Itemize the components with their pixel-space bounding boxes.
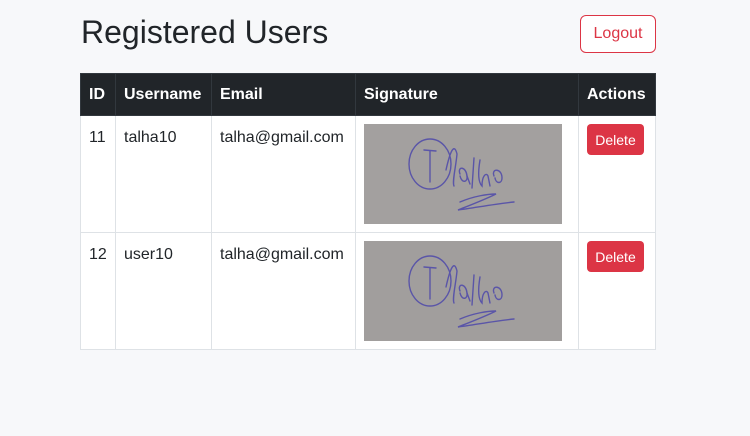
logout-button[interactable]: Logout [580,15,656,53]
column-header-email: Email [211,73,356,116]
cell-id: 12 [80,232,116,350]
cell-username: talha10 [115,115,212,233]
signature-image [364,124,562,224]
page-title: Registered Users [81,14,329,50]
cell-signature [355,115,579,233]
cell-email: talha@gmail.com [211,232,356,350]
cell-username: user10 [115,232,212,350]
signature-image [364,241,562,341]
column-header-username: Username [115,73,212,116]
delete-button[interactable]: Delete [587,124,644,155]
column-header-id: ID [80,73,116,116]
table-row: 11 talha10 talha@gmail.com Delete [80,115,656,233]
cell-signature [355,232,579,350]
cell-actions: Delete [578,232,656,350]
column-header-signature: Signature [355,73,579,116]
column-header-actions: Actions [578,73,656,116]
delete-button[interactable]: Delete [587,241,644,272]
table-header-row: ID Username Email Signature Actions [80,73,656,116]
users-table: ID Username Email Signature Actions 11 t… [80,73,656,350]
cell-actions: Delete [578,115,656,233]
cell-email: talha@gmail.com [211,115,356,233]
table-row: 12 user10 talha@gmail.com Delete [80,232,656,350]
cell-id: 11 [80,115,116,233]
